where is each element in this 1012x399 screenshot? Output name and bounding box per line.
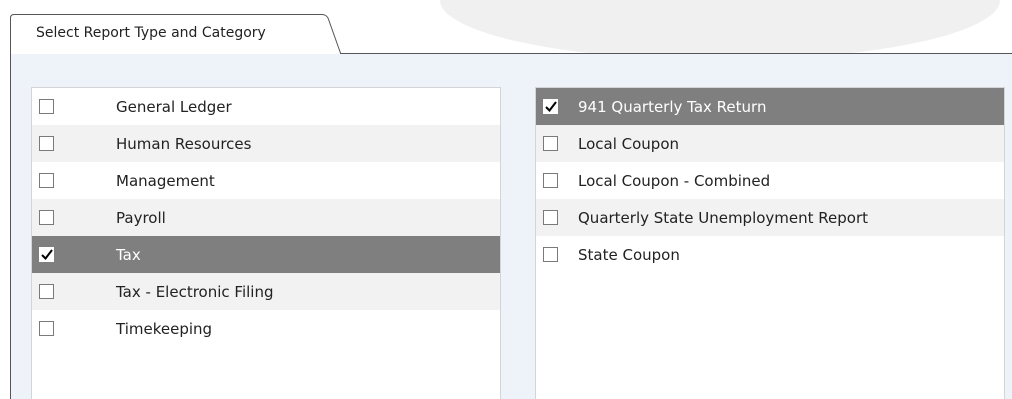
category-checkbox[interactable] — [39, 247, 54, 262]
category-row-management[interactable]: Management — [32, 162, 500, 199]
category-checkbox[interactable] — [39, 210, 54, 225]
report-checkbox[interactable] — [543, 210, 558, 225]
checkmark-icon — [544, 101, 557, 112]
report-checkbox[interactable] — [543, 136, 558, 151]
report-checkbox[interactable] — [543, 247, 558, 262]
category-label: Timekeeping — [116, 319, 213, 338]
category-row-tax[interactable]: Tax — [32, 236, 500, 273]
tab-content-panel: General Ledger Human Resources Managemen… — [10, 54, 1012, 399]
report-label: State Coupon — [578, 245, 680, 264]
category-row-tax-electronic-filing[interactable]: Tax - Electronic Filing — [32, 273, 500, 310]
tab-label: Select Report Type and Category — [36, 25, 266, 41]
report-row-local-coupon[interactable]: Local Coupon — [536, 125, 1004, 162]
category-checkbox[interactable] — [39, 173, 54, 188]
report-checkbox[interactable] — [543, 173, 558, 188]
category-label: Tax — [116, 245, 141, 264]
category-checkbox[interactable] — [39, 136, 54, 151]
report-row-state-coupon[interactable]: State Coupon — [536, 236, 1004, 273]
category-list: General Ledger Human Resources Managemen… — [31, 87, 501, 399]
category-row-general-ledger[interactable]: General Ledger — [32, 88, 500, 125]
category-row-payroll[interactable]: Payroll — [32, 199, 500, 236]
category-label: Tax - Electronic Filing — [116, 282, 274, 301]
category-label: Human Resources — [116, 134, 252, 153]
report-selection-window: Select Report Type and Category General … — [0, 0, 1012, 399]
report-list: 941 Quarterly Tax Return Local Coupon Lo… — [535, 87, 1005, 399]
report-label: Local Coupon — [578, 134, 680, 153]
report-row-941-quarterly-tax-return[interactable]: 941 Quarterly Tax Return — [536, 88, 1004, 125]
category-checkbox[interactable] — [39, 284, 54, 299]
category-row-human-resources[interactable]: Human Resources — [32, 125, 500, 162]
report-row-quarterly-state-unemployment[interactable]: Quarterly State Unemployment Report — [536, 199, 1004, 236]
category-label: General Ledger — [116, 97, 232, 116]
tab-select-report-type[interactable]: Select Report Type and Category — [10, 14, 342, 55]
category-checkbox[interactable] — [39, 321, 54, 336]
report-label: Quarterly State Unemployment Report — [578, 208, 869, 227]
tab-strip: Select Report Type and Category — [0, 0, 1012, 55]
report-checkbox[interactable] — [543, 99, 558, 114]
report-row-local-coupon-combined[interactable]: Local Coupon - Combined — [536, 162, 1004, 199]
report-label: 941 Quarterly Tax Return — [578, 97, 767, 116]
checkmark-icon — [40, 249, 53, 260]
category-label: Payroll — [116, 208, 166, 227]
category-row-timekeeping[interactable]: Timekeeping — [32, 310, 500, 347]
category-checkbox[interactable] — [39, 99, 54, 114]
report-label: Local Coupon - Combined — [578, 171, 771, 190]
category-label: Management — [116, 171, 215, 190]
